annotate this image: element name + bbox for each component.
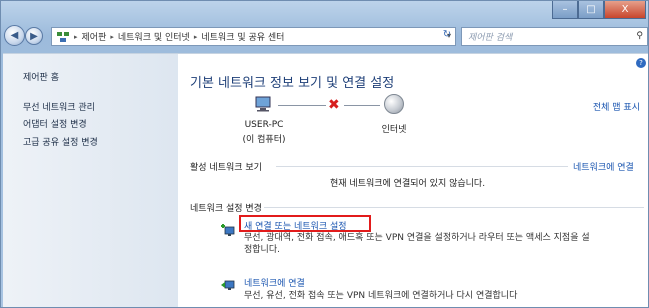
internet-globe-icon [384,94,404,114]
pc-sub: (이 컴퓨터) [242,135,286,145]
window: – □ X ◀ ▶ ▸ 제어판 ▸ 네트워크 및 인터넷 ▸ 네트워크 및 공유… [0,0,649,308]
breadcrumb-separator: ▸ [110,32,114,41]
breadcrumb-control-panel[interactable]: 제어판 [82,30,107,43]
active-networks-label: 활성 네트워크 보기 [190,163,262,173]
network-icon [57,31,69,42]
change-settings-label: 네트워크 설정 변경 [190,204,262,214]
connection-line [344,105,380,106]
breadcrumb-network-sharing-center[interactable]: 네트워크 및 공유 센터 [201,30,284,43]
advanced-sharing-link[interactable]: 고급 공유 설정 변경 [23,135,98,148]
disconnected-x-icon: ✖ [328,97,340,113]
new-connection-link[interactable]: 새 연결 또는 네트워크 설정 [244,219,347,232]
help-icon[interactable]: ? [636,58,646,68]
address-bar[interactable]: ▸ 제어판 ▸ 네트워크 및 인터넷 ▸ 네트워크 및 공유 센터 ▾ [51,27,456,46]
forward-button[interactable]: ▶ [25,27,43,45]
new-connection-desc-2: 정합니다. [244,245,280,255]
connect-to-network-link[interactable]: 네트워크에 연결 [244,276,305,289]
breadcrumb-separator: ▸ [193,32,198,41]
refresh-icon[interactable]: ↻ [439,29,455,43]
back-button[interactable]: ◀ [4,25,25,46]
connect-network-icon [221,280,235,290]
connect-network-desc: 무선, 유선, 전화 접속 또는 VPN 네트워크에 연결하거나 다시 연결합니… [244,291,518,301]
new-connection-desc-1: 무선, 광대역, 전화 접속, 애드혹 또는 VPN 연결을 설정하거나 라우터… [244,233,590,243]
page-title: 기본 네트워크 정보 보기 및 연결 설정 [190,76,395,91]
search-placeholder: 제어판 검색 [468,33,513,43]
full-map-link[interactable]: 전체 맵 표시 [593,100,640,113]
main-content: ? 기본 네트워크 정보 보기 및 연결 설정 전체 맵 표시 ✖ USER-P… [178,53,648,307]
divider [276,166,568,167]
connection-line [278,105,326,106]
maximize-button[interactable]: □ [578,1,604,19]
control-panel-home-link[interactable]: 제어판 홈 [23,70,59,83]
manage-wireless-link[interactable]: 무선 네트워크 관리 [23,100,95,113]
internet-label: 인터넷 [381,125,407,135]
caption-buttons: – □ X [552,1,646,21]
minimize-button[interactable]: – [552,1,578,19]
connect-network-link[interactable]: 네트워크에 연결 [573,160,634,173]
close-button[interactable]: X [604,1,646,19]
breadcrumb-separator: ▸ [74,32,78,41]
search-icon[interactable]: ⚲ [636,31,643,41]
divider [264,207,644,208]
not-connected-text: 현재 네트워크에 연결되어 있지 않습니다. [330,179,486,189]
new-connection-icon [221,224,235,236]
breadcrumb-network-internet[interactable]: 네트워크 및 인터넷 [118,30,190,43]
search-input[interactable]: 제어판 검색 ⚲ [461,27,648,46]
computer-icon [255,96,271,112]
adapter-settings-link[interactable]: 어댑터 설정 변경 [23,117,87,130]
left-panel: 제어판 홈 무선 네트워크 관리 어댑터 설정 변경 고급 공유 설정 변경 [3,53,178,307]
pc-name: USER-PC [244,120,284,130]
